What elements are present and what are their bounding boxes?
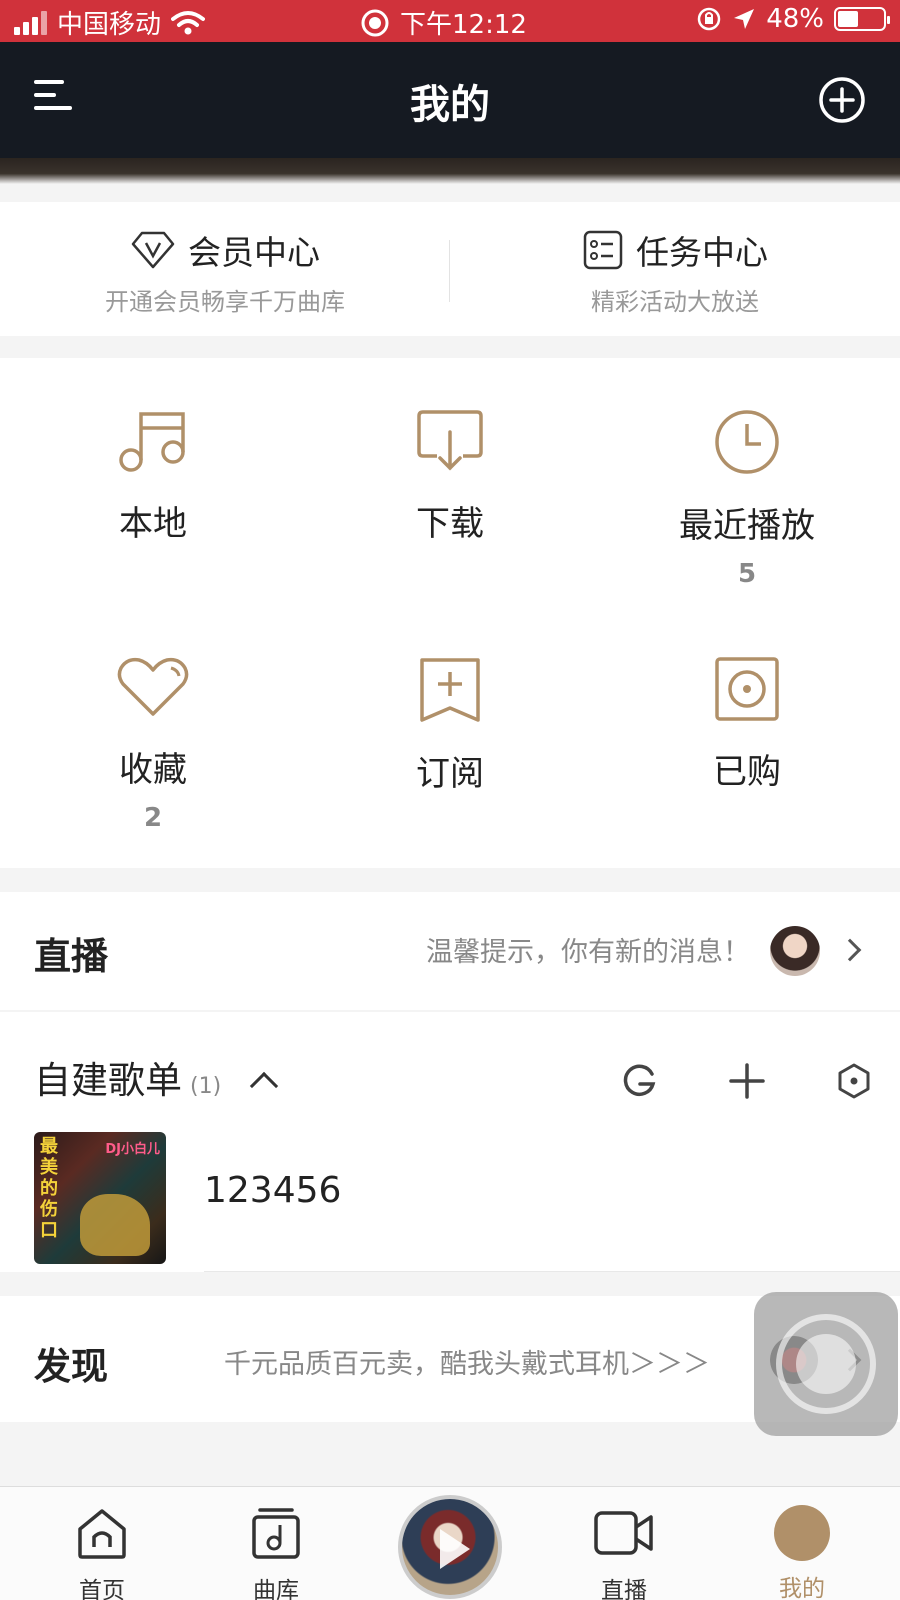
grid-item-subscribe[interactable]: 订阅 <box>300 656 600 807</box>
play-icon <box>440 1529 470 1569</box>
grid-count-favorites: 2 <box>143 803 163 833</box>
status-bar: 中国移动 下午12:12 48% <box>0 0 900 42</box>
grid-item-purchased[interactable]: 已购 <box>597 656 897 805</box>
cover-title: 最美的伤口 <box>40 1136 58 1241</box>
vip-center-title: 会员中心 <box>188 233 320 272</box>
tab-bar: 首页 曲库 直播 我的 <box>0 1486 900 1600</box>
task-center-subtitle: 精彩活动大放送 <box>591 288 759 316</box>
status-left: 中国移动 <box>14 4 206 41</box>
now-playing-button[interactable] <box>398 1495 502 1599</box>
wifi-icon <box>171 10 206 34</box>
live-title: 直播 <box>34 935 108 978</box>
grid-label-recent: 最近播放 <box>679 506 815 546</box>
profile-icon <box>774 1505 830 1561</box>
grid-label-download: 下载 <box>416 504 484 544</box>
tab-label-home: 首页 <box>79 1578 125 1600</box>
grid-item-favorites[interactable]: 收藏 2 <box>3 656 303 833</box>
grid-item-recent[interactable]: 最近播放 5 <box>597 408 897 589</box>
feature-grid: 本地 下载 最近播放 5 收藏 2 订阅 已购 <box>0 358 900 868</box>
live-hint: 温馨提示，你有新的消息！ <box>426 937 750 968</box>
status-right: 48% <box>696 4 890 34</box>
avatar <box>770 926 820 976</box>
task-list-icon <box>583 230 623 270</box>
tab-library[interactable]: 曲库 <box>216 1507 336 1600</box>
tab-label-mine: 我的 <box>779 1576 825 1600</box>
video-icon <box>594 1511 653 1555</box>
playlist-title: 自建歌单 <box>34 1059 182 1102</box>
tab-live[interactable]: 直播 <box>564 1507 684 1600</box>
assistive-touch-button[interactable] <box>754 1292 898 1436</box>
carrier-label: 中国移动 <box>57 10 162 40</box>
heart-icon <box>117 657 189 716</box>
grid-label-subscribe: 订阅 <box>416 754 484 794</box>
vip-center-subtitle: 开通会员畅享千万曲库 <box>105 288 345 316</box>
header-banner-edge <box>0 158 900 184</box>
library-icon <box>252 1508 300 1559</box>
home-icon <box>78 1509 126 1559</box>
grid-item-download[interactable]: 下载 <box>300 408 600 557</box>
grid-item-local[interactable]: 本地 <box>3 408 303 557</box>
tab-label-live: 直播 <box>601 1578 647 1600</box>
battery-icon <box>834 7 890 31</box>
discover-title: 发现 <box>34 1345 108 1388</box>
member-card: 会员中心 开通会员畅享千万曲库 任务中心 精彩活动大放送 <box>0 202 900 336</box>
grid-label-purchased: 已购 <box>713 752 781 792</box>
import-icon[interactable] <box>620 1062 658 1100</box>
add-icon[interactable] <box>728 1062 766 1100</box>
vip-center-button[interactable]: 会员中心 开通会员畅享千万曲库 <box>0 226 450 317</box>
signal-icon <box>14 10 47 35</box>
tab-home[interactable]: 首页 <box>42 1507 162 1600</box>
clock-label: 下午12:12 <box>400 10 527 40</box>
task-center-title: 任务中心 <box>636 233 768 272</box>
clock-icon <box>715 410 779 474</box>
rotation-lock-icon <box>697 7 721 31</box>
settings-icon[interactable] <box>836 1062 872 1100</box>
tab-label-library: 曲库 <box>253 1578 299 1600</box>
cover-tag: DJ小白儿 <box>105 1142 160 1157</box>
playlist-divider <box>204 1271 900 1272</box>
download-icon <box>417 410 483 471</box>
live-row[interactable]: 直播 温馨提示，你有新的消息！ <box>0 892 900 1010</box>
location-icon <box>734 9 755 29</box>
bookmark-add-icon <box>420 658 480 722</box>
grid-count-recent: 5 <box>737 559 757 589</box>
page-title: 我的 <box>410 82 490 128</box>
cover-figure <box>80 1194 150 1256</box>
playlist-count: (1) <box>190 1074 222 1099</box>
playlist-name[interactable]: 123456 <box>204 1170 341 1211</box>
task-center-button[interactable]: 任务中心 精彩活动大放送 <box>450 226 900 317</box>
grid-label-favorites: 收藏 <box>119 750 187 790</box>
discover-promo[interactable]: 千元品质百元卖，酷我头戴式耳机＞＞＞ <box>224 1342 710 1381</box>
status-center: 下午12:12 <box>360 4 527 41</box>
nav-bar: 我的 <box>0 42 900 158</box>
vip-diamond-icon <box>131 231 175 269</box>
add-circle-icon[interactable] <box>818 76 866 124</box>
battery-percent: 48% <box>766 4 824 34</box>
record-icon <box>361 9 389 36</box>
tab-mine[interactable]: 我的 <box>742 1569 862 1600</box>
collapse-icon[interactable] <box>249 1071 279 1101</box>
grid-label-local: 本地 <box>119 504 187 544</box>
chevron-right-icon <box>838 938 862 962</box>
music-note-icon <box>119 412 185 472</box>
playlist-cover[interactable]: 最美的伤口 DJ小白儿 <box>34 1132 166 1264</box>
playlist-section: 自建歌单 (1) 最美的伤口 DJ小白儿 123456 <box>0 1012 900 1272</box>
disc-icon <box>715 657 779 721</box>
playlist-section-title: 自建歌单 (1) <box>34 1050 221 1104</box>
